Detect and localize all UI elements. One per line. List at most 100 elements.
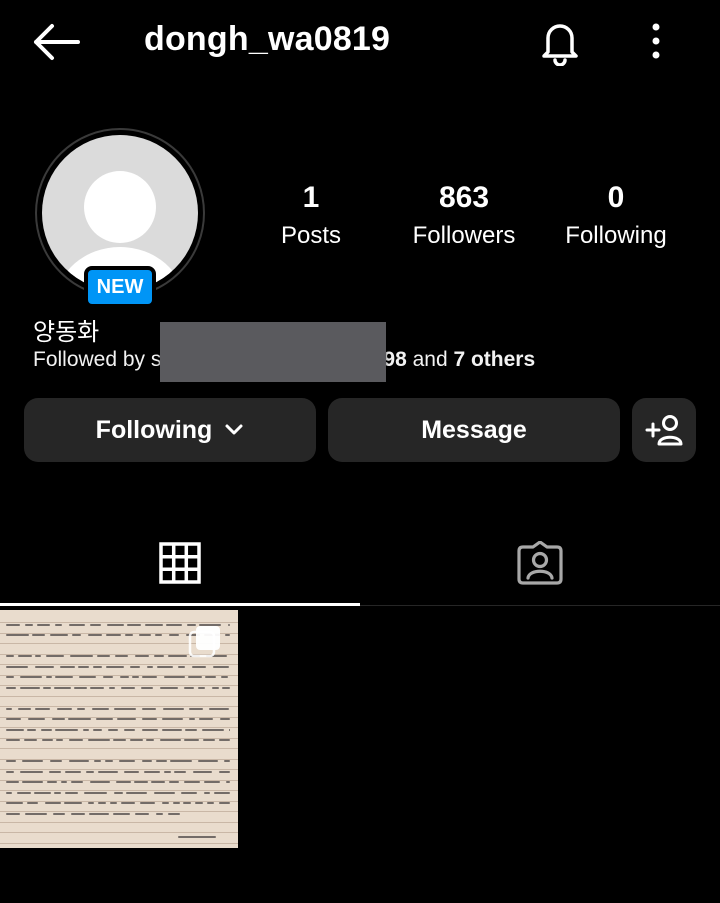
handwriting-stroke: [124, 771, 139, 773]
handwriting-stroke: [221, 676, 228, 678]
handwriting-stroke: [169, 781, 179, 783]
handwriting-stroke: [169, 634, 179, 636]
handwriting-stroke: [6, 760, 16, 762]
handwriting-stroke: [94, 760, 101, 762]
add-person-button[interactable]: [632, 398, 696, 462]
handwriting-stroke: [127, 624, 141, 626]
handwriting-stroke: [168, 655, 187, 657]
handwriting-stroke: [214, 792, 230, 794]
handwriting-stroke: [54, 687, 71, 689]
paper-rule-line: [0, 790, 238, 791]
back-arrow-icon[interactable]: [30, 22, 82, 62]
paper-rule-line: [0, 748, 238, 749]
message-button[interactable]: Message: [328, 398, 620, 462]
handwriting-stroke: [222, 687, 230, 689]
handwriting-stroke: [6, 802, 23, 804]
handwriting-stroke: [189, 718, 195, 720]
handwriting-stroke: [78, 666, 89, 668]
handwriting-stroke: [6, 781, 19, 783]
handwriting-stroke: [124, 729, 135, 731]
handwriting-stroke: [97, 655, 110, 657]
following-button[interactable]: Following: [24, 398, 316, 462]
tab-tagged[interactable]: [360, 520, 720, 606]
handwriting-stroke: [47, 781, 57, 783]
followed-by-suffix: 98: [383, 348, 407, 371]
handwriting-stroke: [188, 676, 202, 678]
handwriting-stroke: [53, 813, 65, 815]
handwriting-stroke: [50, 634, 68, 636]
paper-rule-line: [0, 696, 238, 697]
handwriting-stroke: [114, 708, 136, 710]
handwriting-stroke: [224, 760, 230, 762]
followed-by-others: 7 others: [453, 348, 536, 371]
handwriting-stroke: [41, 729, 52, 731]
handwriting-stroke: [65, 792, 78, 794]
handwriting-stroke: [229, 729, 230, 731]
handwriting-stroke: [55, 676, 73, 678]
handwriting-stroke: [205, 676, 216, 678]
handwriting-stroke: [92, 708, 109, 710]
handwriting-stroke: [103, 676, 113, 678]
handwriting-stroke: [49, 771, 61, 773]
handwriting-stroke: [121, 802, 135, 804]
stat-followers[interactable]: 863 Followers: [389, 180, 539, 256]
handwriting-stroke: [27, 729, 36, 731]
handwriting-stroke: [225, 634, 230, 636]
handwriting-stroke: [203, 739, 215, 741]
handwriting-stroke: [146, 739, 154, 741]
followers-label: Followers: [412, 222, 516, 249]
handwriting-stroke: [139, 634, 151, 636]
handwriting-stroke: [24, 739, 37, 741]
handwriting-stroke: [163, 708, 184, 710]
handwriting-stroke: [189, 708, 203, 710]
handwriting-stroke: [115, 655, 128, 657]
handwriting-stroke: [160, 687, 178, 689]
handwriting-stroke: [219, 771, 230, 773]
handwriting-stroke: [219, 802, 230, 804]
handwriting-stroke: [46, 655, 64, 657]
paper-rule-line: [0, 769, 238, 770]
handwriting-stroke: [61, 781, 67, 783]
handwriting-stroke: [113, 813, 130, 815]
handwriting-stroke: [166, 624, 182, 626]
handwriting-stroke: [160, 739, 181, 741]
handwriting-stroke: [164, 771, 171, 773]
handwriting-stroke: [72, 634, 81, 636]
handwriting-stroke: [142, 760, 152, 762]
handwriting-stroke: [162, 729, 182, 731]
paper-rule-line: [0, 664, 238, 665]
handwriting-stroke: [93, 729, 102, 731]
paper-rule-line: [0, 706, 238, 707]
display-name: 양동화: [33, 319, 100, 346]
handwriting-stroke: [70, 655, 93, 657]
bell-icon[interactable]: [536, 16, 584, 66]
handwriting-stroke: [168, 813, 180, 815]
stat-posts[interactable]: 1 Posts: [236, 180, 386, 256]
tab-posts-grid[interactable]: [0, 520, 360, 606]
handwriting-stroke: [119, 760, 135, 762]
handwriting-stroke: [113, 739, 126, 741]
handwriting-stroke: [144, 771, 160, 773]
paper-rule-line: [0, 727, 238, 728]
handwriting-stroke: [121, 687, 135, 689]
handwriting-stroke: [198, 687, 205, 689]
handwriting-stroke: [106, 666, 124, 668]
handwriting-stroke: [192, 666, 206, 668]
handwriting-stroke: [162, 802, 169, 804]
handwriting-stroke: [6, 687, 16, 689]
active-tab-indicator: [0, 603, 360, 606]
handwriting-stroke: [220, 718, 230, 720]
handwriting-stroke: [193, 771, 212, 773]
multiple-posts-icon: [188, 626, 220, 658]
more-vertical-icon[interactable]: [640, 18, 672, 64]
handwriting-stroke: [105, 760, 113, 762]
handwriting-stroke: [43, 687, 51, 689]
handwriting-stroke: [18, 708, 31, 710]
handwriting-stroke: [88, 802, 94, 804]
handwriting-stroke: [6, 676, 14, 678]
handwriting-stroke: [52, 718, 65, 720]
handwriting-stroke: [27, 802, 38, 804]
handwriting-stroke: [6, 624, 20, 626]
stat-following[interactable]: 0 Following: [541, 180, 691, 256]
profile-username: dongh_wa0819: [144, 20, 391, 58]
